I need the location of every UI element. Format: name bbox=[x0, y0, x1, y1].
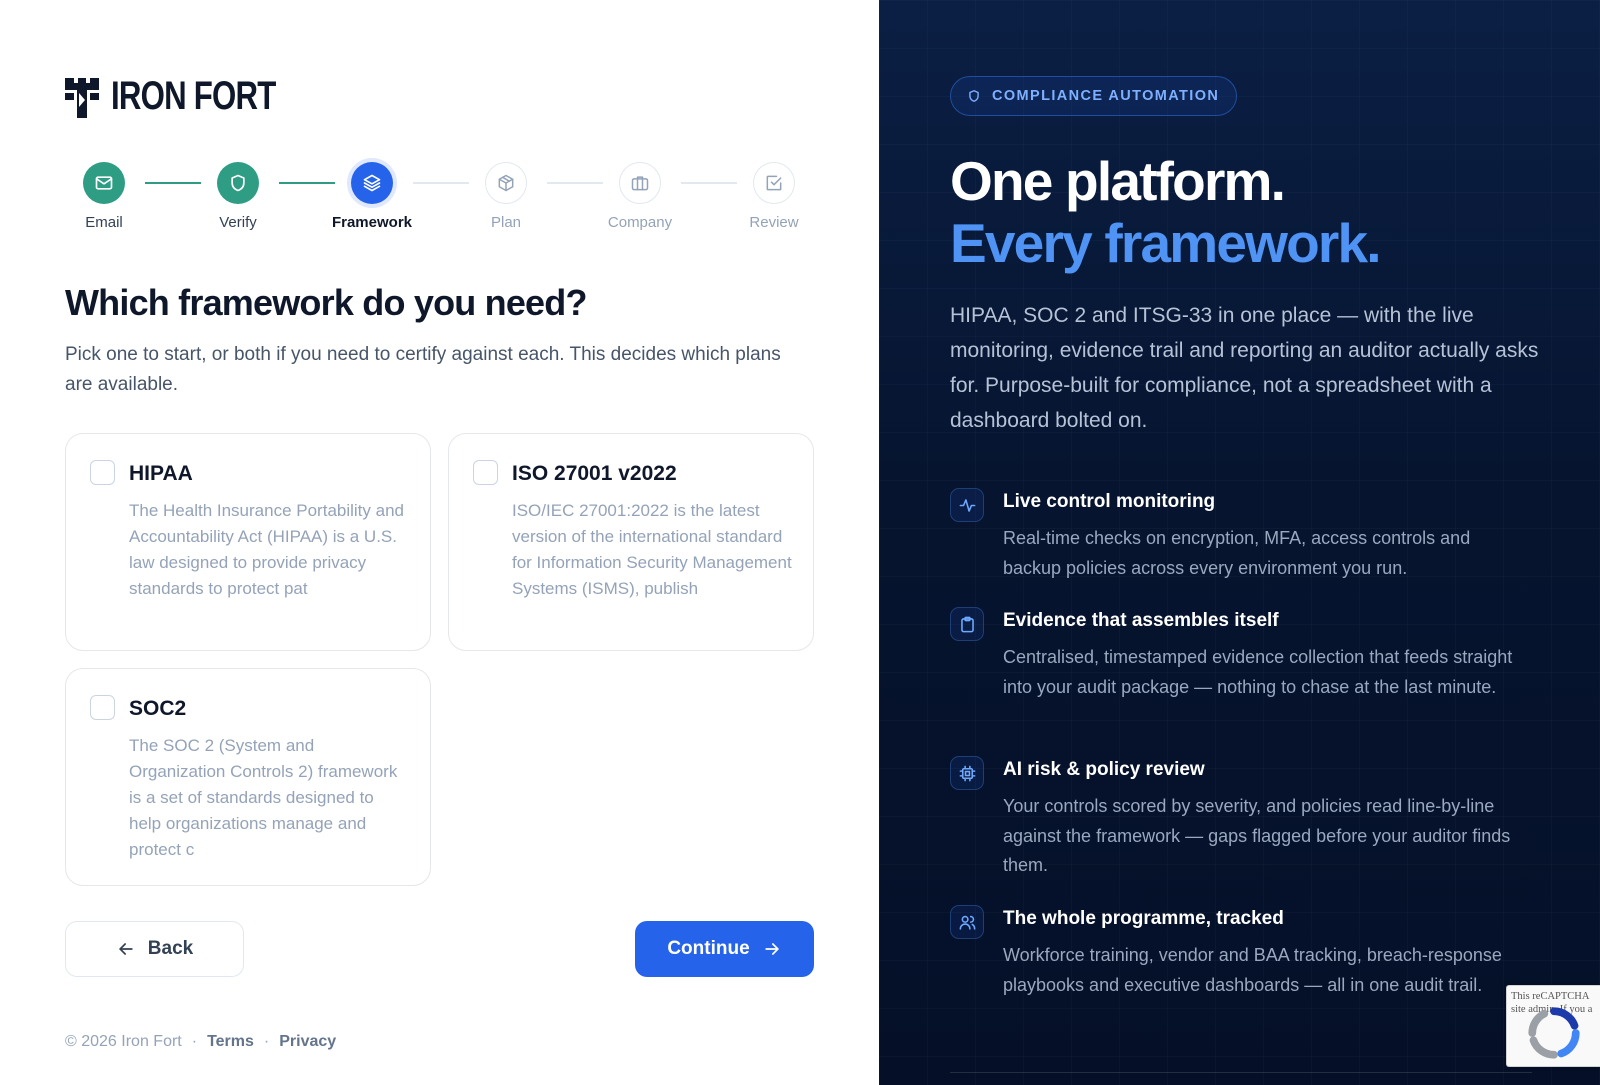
framework-checkbox[interactable] bbox=[90, 460, 115, 485]
headline-line-1: One platform. bbox=[950, 150, 1286, 212]
cpu-icon bbox=[959, 765, 975, 781]
back-button-label: Back bbox=[147, 938, 194, 959]
terms-link[interactable]: Terms bbox=[207, 1033, 254, 1051]
page-title: Which framework do you need? bbox=[65, 282, 587, 323]
clipboard-icon bbox=[960, 616, 974, 632]
briefcase-icon bbox=[631, 176, 649, 191]
step-label: Plan bbox=[490, 214, 522, 231]
recaptcha-badge[interactable]: This reCAPTCHA site admin. If you a bbox=[1506, 985, 1600, 1067]
step-label: Framework bbox=[331, 214, 413, 231]
feature-title: Live control monitoring bbox=[1003, 491, 1216, 512]
arrow-left-icon bbox=[119, 943, 133, 955]
feature-description: Your controls scored by severity, and po… bbox=[1003, 796, 1511, 875]
page-subtitle: Pick one to start, or both if you need t… bbox=[65, 344, 781, 395]
privacy-link[interactable]: Privacy bbox=[279, 1033, 336, 1051]
copyright: © 2026 Iron Fort bbox=[65, 1033, 182, 1050]
step-circle bbox=[217, 162, 259, 204]
step-circle bbox=[619, 162, 661, 204]
feature-icon-box bbox=[950, 905, 984, 939]
framework-name: SOC2 bbox=[129, 697, 187, 720]
framework-checkbox[interactable] bbox=[473, 460, 498, 485]
step-label: Company bbox=[607, 214, 673, 231]
step-label: Review bbox=[749, 214, 799, 231]
brand-name: IRON FORT bbox=[111, 74, 276, 118]
badge-label: COMPLIANCE AUTOMATION bbox=[992, 88, 1220, 104]
feature-description: Centralised, timestamped evidence collec… bbox=[1003, 647, 1513, 697]
feature-title: The whole programme, tracked bbox=[1003, 908, 1284, 929]
step-review[interactable]: Review bbox=[724, 162, 824, 231]
panel-divider bbox=[950, 1072, 1532, 1073]
promo-intro: HIPAA, SOC 2 and ITSG-33 in one place — … bbox=[950, 304, 1539, 432]
continue-button-label: Continue bbox=[667, 938, 750, 959]
feature-title: AI risk & policy review bbox=[1003, 759, 1205, 780]
mail-icon bbox=[95, 176, 113, 190]
framework-name: HIPAA bbox=[129, 462, 193, 485]
framework-name: ISO 27001 v2022 bbox=[512, 462, 677, 485]
arrow-right-icon bbox=[764, 943, 779, 955]
step-circle bbox=[485, 162, 527, 204]
signup-panel: IRON FORT Email Verify Framework Plan Co… bbox=[0, 0, 879, 1085]
footer-separator: · bbox=[191, 1033, 198, 1050]
shield-icon bbox=[231, 174, 245, 192]
footer-separator: · bbox=[263, 1033, 270, 1050]
feature-description: Real-time checks on encryption, MFA, acc… bbox=[1003, 528, 1471, 578]
activity-icon bbox=[959, 498, 975, 512]
check-square-icon bbox=[766, 175, 782, 191]
back-button[interactable]: Back bbox=[65, 921, 244, 977]
iron-fort-logo-icon bbox=[65, 77, 99, 118]
step-circle bbox=[351, 162, 393, 204]
feature-icon-box bbox=[950, 607, 984, 641]
shield-icon bbox=[969, 90, 979, 102]
step-plan[interactable]: Plan bbox=[456, 162, 556, 231]
framework-checkbox[interactable] bbox=[90, 695, 115, 720]
compliance-badge: COMPLIANCE AUTOMATION bbox=[950, 76, 1238, 116]
layers-icon bbox=[363, 174, 381, 192]
feature-title: Evidence that assembles itself bbox=[1003, 610, 1279, 631]
users-icon bbox=[959, 915, 975, 930]
feature-icon-box bbox=[950, 756, 984, 790]
step-verify[interactable]: Verify bbox=[188, 162, 288, 231]
framework-description: ISO/IEC 27001:2022 is the latest version… bbox=[512, 501, 792, 598]
framework-description: The Health Insurance Portability and Acc… bbox=[129, 501, 404, 598]
recaptcha-logo-icon bbox=[1528, 1007, 1580, 1059]
step-email[interactable]: Email bbox=[54, 162, 154, 231]
step-company[interactable]: Company bbox=[590, 162, 690, 231]
step-circle bbox=[753, 162, 795, 204]
step-label: Verify bbox=[219, 214, 257, 231]
framework-card-soc2[interactable]: SOC2 The SOC 2 (System and Organization … bbox=[65, 668, 431, 886]
feature-description: Workforce training, vendor and BAA track… bbox=[1003, 945, 1502, 995]
framework-description: The SOC 2 (System and Organization Contr… bbox=[129, 736, 398, 859]
promo-panel: COMPLIANCE AUTOMATION One platform. Ever… bbox=[879, 0, 1600, 1085]
step-circle bbox=[83, 162, 125, 204]
brand-logo[interactable]: IRON FORT bbox=[65, 74, 322, 119]
feature-icon-box bbox=[950, 488, 984, 522]
step-framework[interactable]: Framework bbox=[322, 162, 422, 231]
continue-button[interactable]: Continue bbox=[635, 921, 814, 977]
headline-line-2: Every framework. bbox=[950, 212, 1382, 274]
framework-card-hipaa[interactable]: HIPAA The Health Insurance Portability a… bbox=[65, 433, 431, 651]
framework-card-iso27001[interactable]: ISO 27001 v2022 ISO/IEC 27001:2022 is th… bbox=[448, 433, 814, 651]
box-icon bbox=[498, 174, 514, 192]
promo-headline: One platform. Every framework. bbox=[950, 150, 1382, 274]
step-label: Email bbox=[85, 214, 123, 231]
footer: © 2026 Iron Fort · Terms · Privacy bbox=[65, 1033, 336, 1051]
